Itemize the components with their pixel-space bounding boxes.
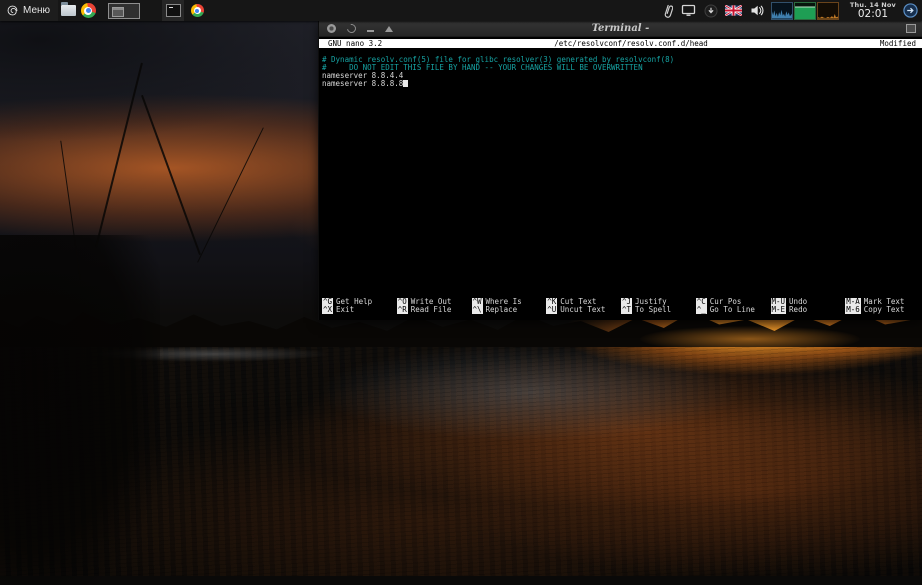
network-graph[interactable] — [817, 2, 839, 20]
nano-titlebar: GNU nano 3.2 /etc/resolvconf/resolv.conf… — [319, 39, 922, 48]
window-title: Terminal - — [319, 23, 922, 34]
clock-time: 02:01 — [850, 9, 896, 20]
shortcut-justify[interactable]: ^JJustify — [621, 298, 696, 306]
window-minimize-button[interactable] — [367, 30, 374, 32]
shortcut-row: ^GGet Help ^OWrite Out ^WWhere Is ^KCut … — [322, 298, 920, 306]
text-cursor — [403, 80, 408, 87]
shortcut-redo[interactable]: M-ERedo — [771, 306, 846, 314]
applications-menu-button[interactable]: Меню — [0, 0, 58, 21]
shortcut-undo[interactable]: M-UUndo — [771, 298, 846, 306]
window-sticky-button[interactable] — [345, 22, 358, 35]
shortcut-replace[interactable]: ^\Replace — [472, 306, 547, 314]
shortcut-where-is[interactable]: ^WWhere Is — [472, 298, 547, 306]
shortcut-go-to-line[interactable]: ^_Go To Line — [696, 306, 771, 314]
shortcut-write-out[interactable]: ^OWrite Out — [397, 298, 472, 306]
keyboard-layout-flag-gb[interactable] — [725, 3, 743, 19]
clipboard-icon[interactable] — [659, 3, 675, 19]
shortcut-get-help[interactable]: ^GGet Help — [322, 298, 397, 306]
volume-icon[interactable] — [749, 3, 765, 19]
editor-buffer: # Dynamic resolv.conf(5) file for glibc … — [319, 56, 922, 88]
pager-window-thumbnail — [112, 7, 124, 17]
terminal-titlebar[interactable]: Terminal - — [319, 21, 922, 37]
window-close-button[interactable] — [906, 24, 916, 33]
cpu-graph[interactable] — [771, 2, 793, 20]
task-button-terminal[interactable] — [162, 0, 184, 21]
folder-icon — [61, 5, 76, 16]
workspace-pager[interactable] — [108, 3, 140, 19]
system-tray — [659, 3, 765, 19]
window-maximize-button[interactable] — [385, 26, 393, 32]
shortcut-to-spell[interactable]: ^TTo Spell — [621, 306, 696, 314]
chrome-launcher[interactable] — [78, 0, 98, 21]
editor-line: # DO NOT EDIT THIS FILE BY HAND -- YOUR … — [322, 64, 922, 72]
titlebar-right-buttons — [906, 24, 922, 33]
circle-arrow-icon — [903, 3, 918, 18]
nano-modified-flag: Modified — [880, 40, 922, 48]
terminal-icon — [166, 4, 181, 17]
panel-action-button[interactable] — [901, 2, 919, 20]
nano-filename: /etc/resolvconf/resolv.conf.d/head — [382, 40, 880, 48]
nano-shortcut-bar: ^GGet Help ^OWrite Out ^WWhere Is ^KCut … — [322, 298, 920, 314]
shortcut-cur-pos[interactable]: ^CCur Pos — [696, 298, 771, 306]
download-icon[interactable] — [703, 3, 719, 19]
shortcut-mark-text[interactable]: M-AMark Text — [845, 298, 920, 306]
menu-label: Меню — [23, 5, 50, 16]
shortcut-copy-text[interactable]: M-6Copy Text — [845, 306, 920, 314]
shortcut-read-file[interactable]: ^RRead File — [397, 306, 472, 314]
editor-line: nameserver 8.8.4.4 — [322, 72, 922, 80]
shortcut-exit[interactable]: ^XExit — [322, 306, 397, 314]
task-button-chrome[interactable] — [186, 0, 208, 21]
window-menu-button[interactable] — [327, 24, 336, 33]
display-icon[interactable] — [681, 3, 697, 19]
nano-version: GNU nano 3.2 — [319, 40, 382, 48]
debian-swirl-icon — [6, 4, 19, 17]
top-panel: Меню — [0, 0, 922, 21]
chrome-icon — [191, 4, 204, 17]
editor-line-text: nameserver 8.8.8.8 — [322, 79, 403, 88]
memory-graph[interactable] — [794, 2, 816, 20]
panel-clock[interactable]: Thu. 14 Nov 02:01 — [850, 2, 896, 20]
terminal-content[interactable]: GNU nano 3.2 /etc/resolvconf/resolv.conf… — [319, 37, 922, 320]
chrome-icon — [81, 3, 96, 18]
editor-line: nameserver 8.8.8.8 — [322, 80, 922, 88]
shortcut-uncut-text[interactable]: ^UUncut Text — [546, 306, 621, 314]
sunset-glow — [640, 326, 860, 352]
titlebar-left-buttons — [319, 24, 393, 33]
shortcut-row: ^XExit ^RRead File ^\Replace ^UUncut Tex… — [322, 306, 920, 314]
shortcut-cut-text[interactable]: ^KCut Text — [546, 298, 621, 306]
tree-silhouette — [0, 235, 160, 585]
system-monitors — [771, 2, 839, 20]
terminal-window: Terminal - GNU nano 3.2 /etc/resolvconf/… — [318, 21, 922, 320]
file-manager-launcher[interactable] — [58, 0, 78, 21]
